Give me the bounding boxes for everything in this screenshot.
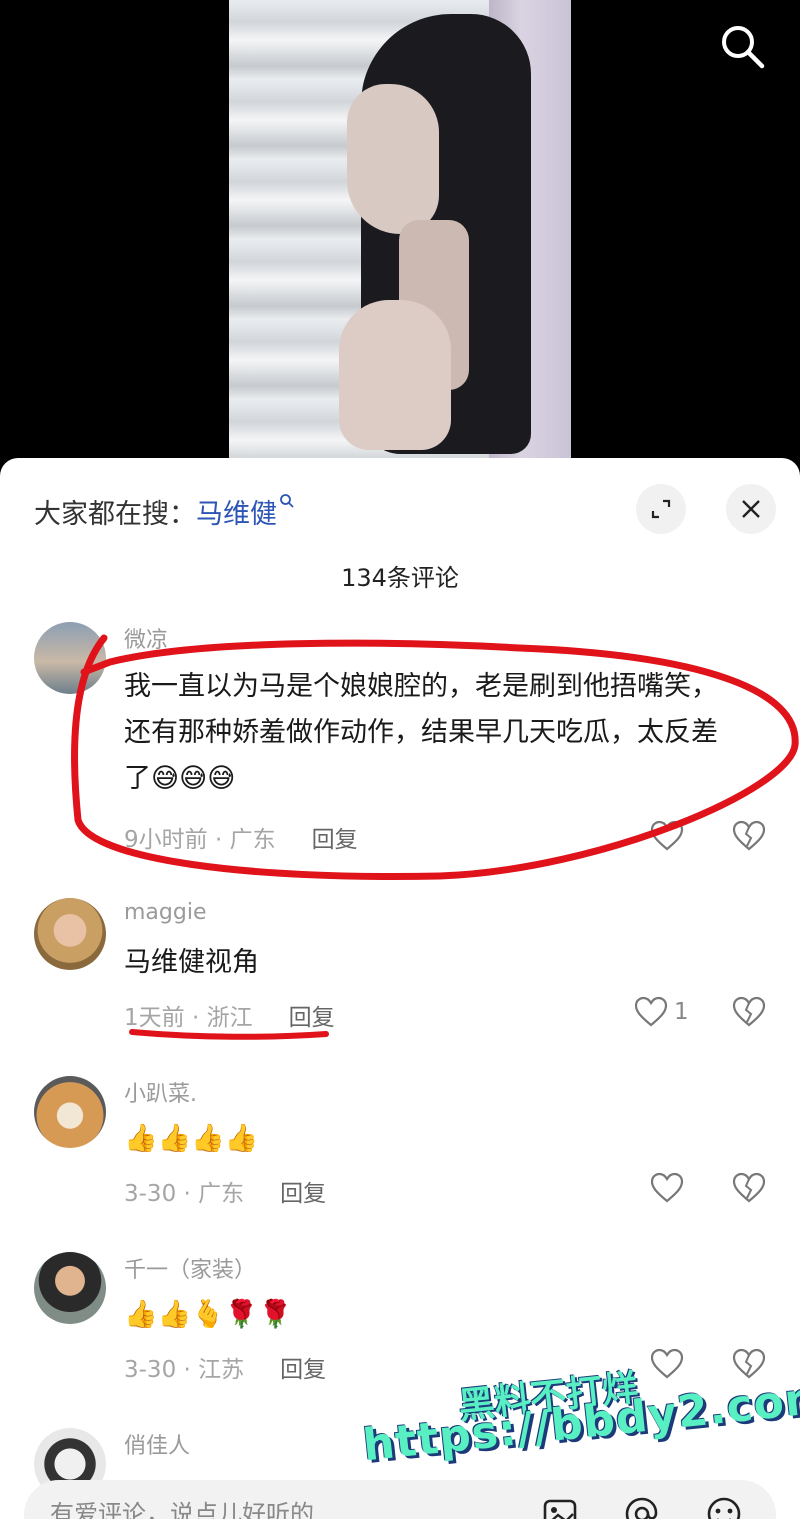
avatar[interactable] [34,622,106,694]
like-button[interactable] [650,1168,720,1208]
comment-count: 134条评论 [341,564,459,592]
broken-heart-icon[interactable] [732,995,766,1029]
search-small-icon [280,494,294,508]
comment-input-bar [24,1480,776,1519]
comment-text: 👍👍🫰🌹🌹 [124,1299,293,1330]
emoji-icon[interactable] [704,1494,744,1519]
expand-icon [651,499,671,519]
heart-icon [650,1172,684,1203]
heart-icon [634,996,668,1027]
comment-item: 千一（家装） 👍👍🫰🌹🌹 3-30 · 江苏 回复 [0,1252,800,1392]
avatar[interactable] [34,1076,106,1148]
comment-meta: 9小时前 · 广东 回复 [124,820,358,854]
heart-icon [650,820,684,851]
face-graphic [347,84,439,234]
like-button[interactable] [650,1344,720,1384]
reply-button[interactable]: 回复 [289,1005,335,1031]
broken-heart-icon[interactable] [732,1171,766,1205]
comment-author[interactable]: 微凉 [124,622,168,654]
close-icon [742,500,760,518]
comment-item: maggie 马维健视角 1天前 · 浙江 回复 1 [0,898,800,1040]
trending-keyword[interactable]: 马维健 [196,499,277,530]
reply-button[interactable]: 回复 [312,827,358,853]
comment-author[interactable]: 小趴菜. [124,1076,197,1108]
heart-icon [650,1348,684,1379]
comment-text: 马维健视角 [124,947,259,978]
reply-button[interactable]: 回复 [280,1181,326,1207]
comment-text: 👍👍👍👍 [124,1123,259,1154]
comment-meta: 3-30 · 江苏 回复 [124,1350,326,1384]
comment-meta: 3-30 · 广东 回复 [124,1174,326,1208]
comment-author[interactable]: 千一（家装） [124,1252,256,1284]
comment-meta: 1天前 · 浙江 回复 [124,998,335,1032]
video-frame [229,0,571,470]
trending-prefix: 大家都在搜： [34,499,196,530]
avatar[interactable] [34,1252,106,1324]
avatar[interactable] [34,898,106,970]
comment-time-location: 3-30 · 广东 [124,1181,245,1207]
comment-text: 我一直以为马是个娘娘腔的，老是刷到他捂嘴笑，还有那种娇羞做作动作，结果早几天吃瓜… [124,671,718,794]
comment-input[interactable] [50,1494,530,1519]
video-player[interactable] [0,0,800,470]
comment-time-location: 9小时前 · 广东 [124,827,276,853]
search-icon[interactable] [718,22,766,70]
comment-time-location: 1天前 · 浙江 [124,1005,253,1031]
comment-author[interactable]: maggie [124,900,207,925]
comment-time-location: 3-30 · 江苏 [124,1357,245,1383]
comment-item: 微凉 我一直以为马是个娘娘腔的，老是刷到他捂嘴笑，还有那种娇羞做作动作，结果早几… [0,622,800,854]
close-button[interactable] [726,484,776,534]
like-button[interactable] [650,816,720,856]
like-button[interactable]: 1 [634,992,704,1032]
reply-button[interactable]: 回复 [280,1357,326,1383]
comment-item: 小趴菜. 👍👍👍👍 3-30 · 广东 回复 [0,1076,800,1216]
like-count: 1 [674,999,689,1025]
at-mention-icon[interactable] [622,1494,662,1519]
hands-graphic [339,300,451,450]
expand-button[interactable] [636,484,686,534]
trending-search[interactable]: 大家都在搜：马维健 [34,492,295,531]
sheet-header: 大家都在搜：马维健 134条评论 [0,458,800,592]
comment-author[interactable]: 俏佳人 [124,1428,190,1460]
broken-heart-icon[interactable] [732,819,766,853]
image-icon[interactable] [540,1494,580,1519]
broken-heart-icon[interactable] [732,1347,766,1381]
